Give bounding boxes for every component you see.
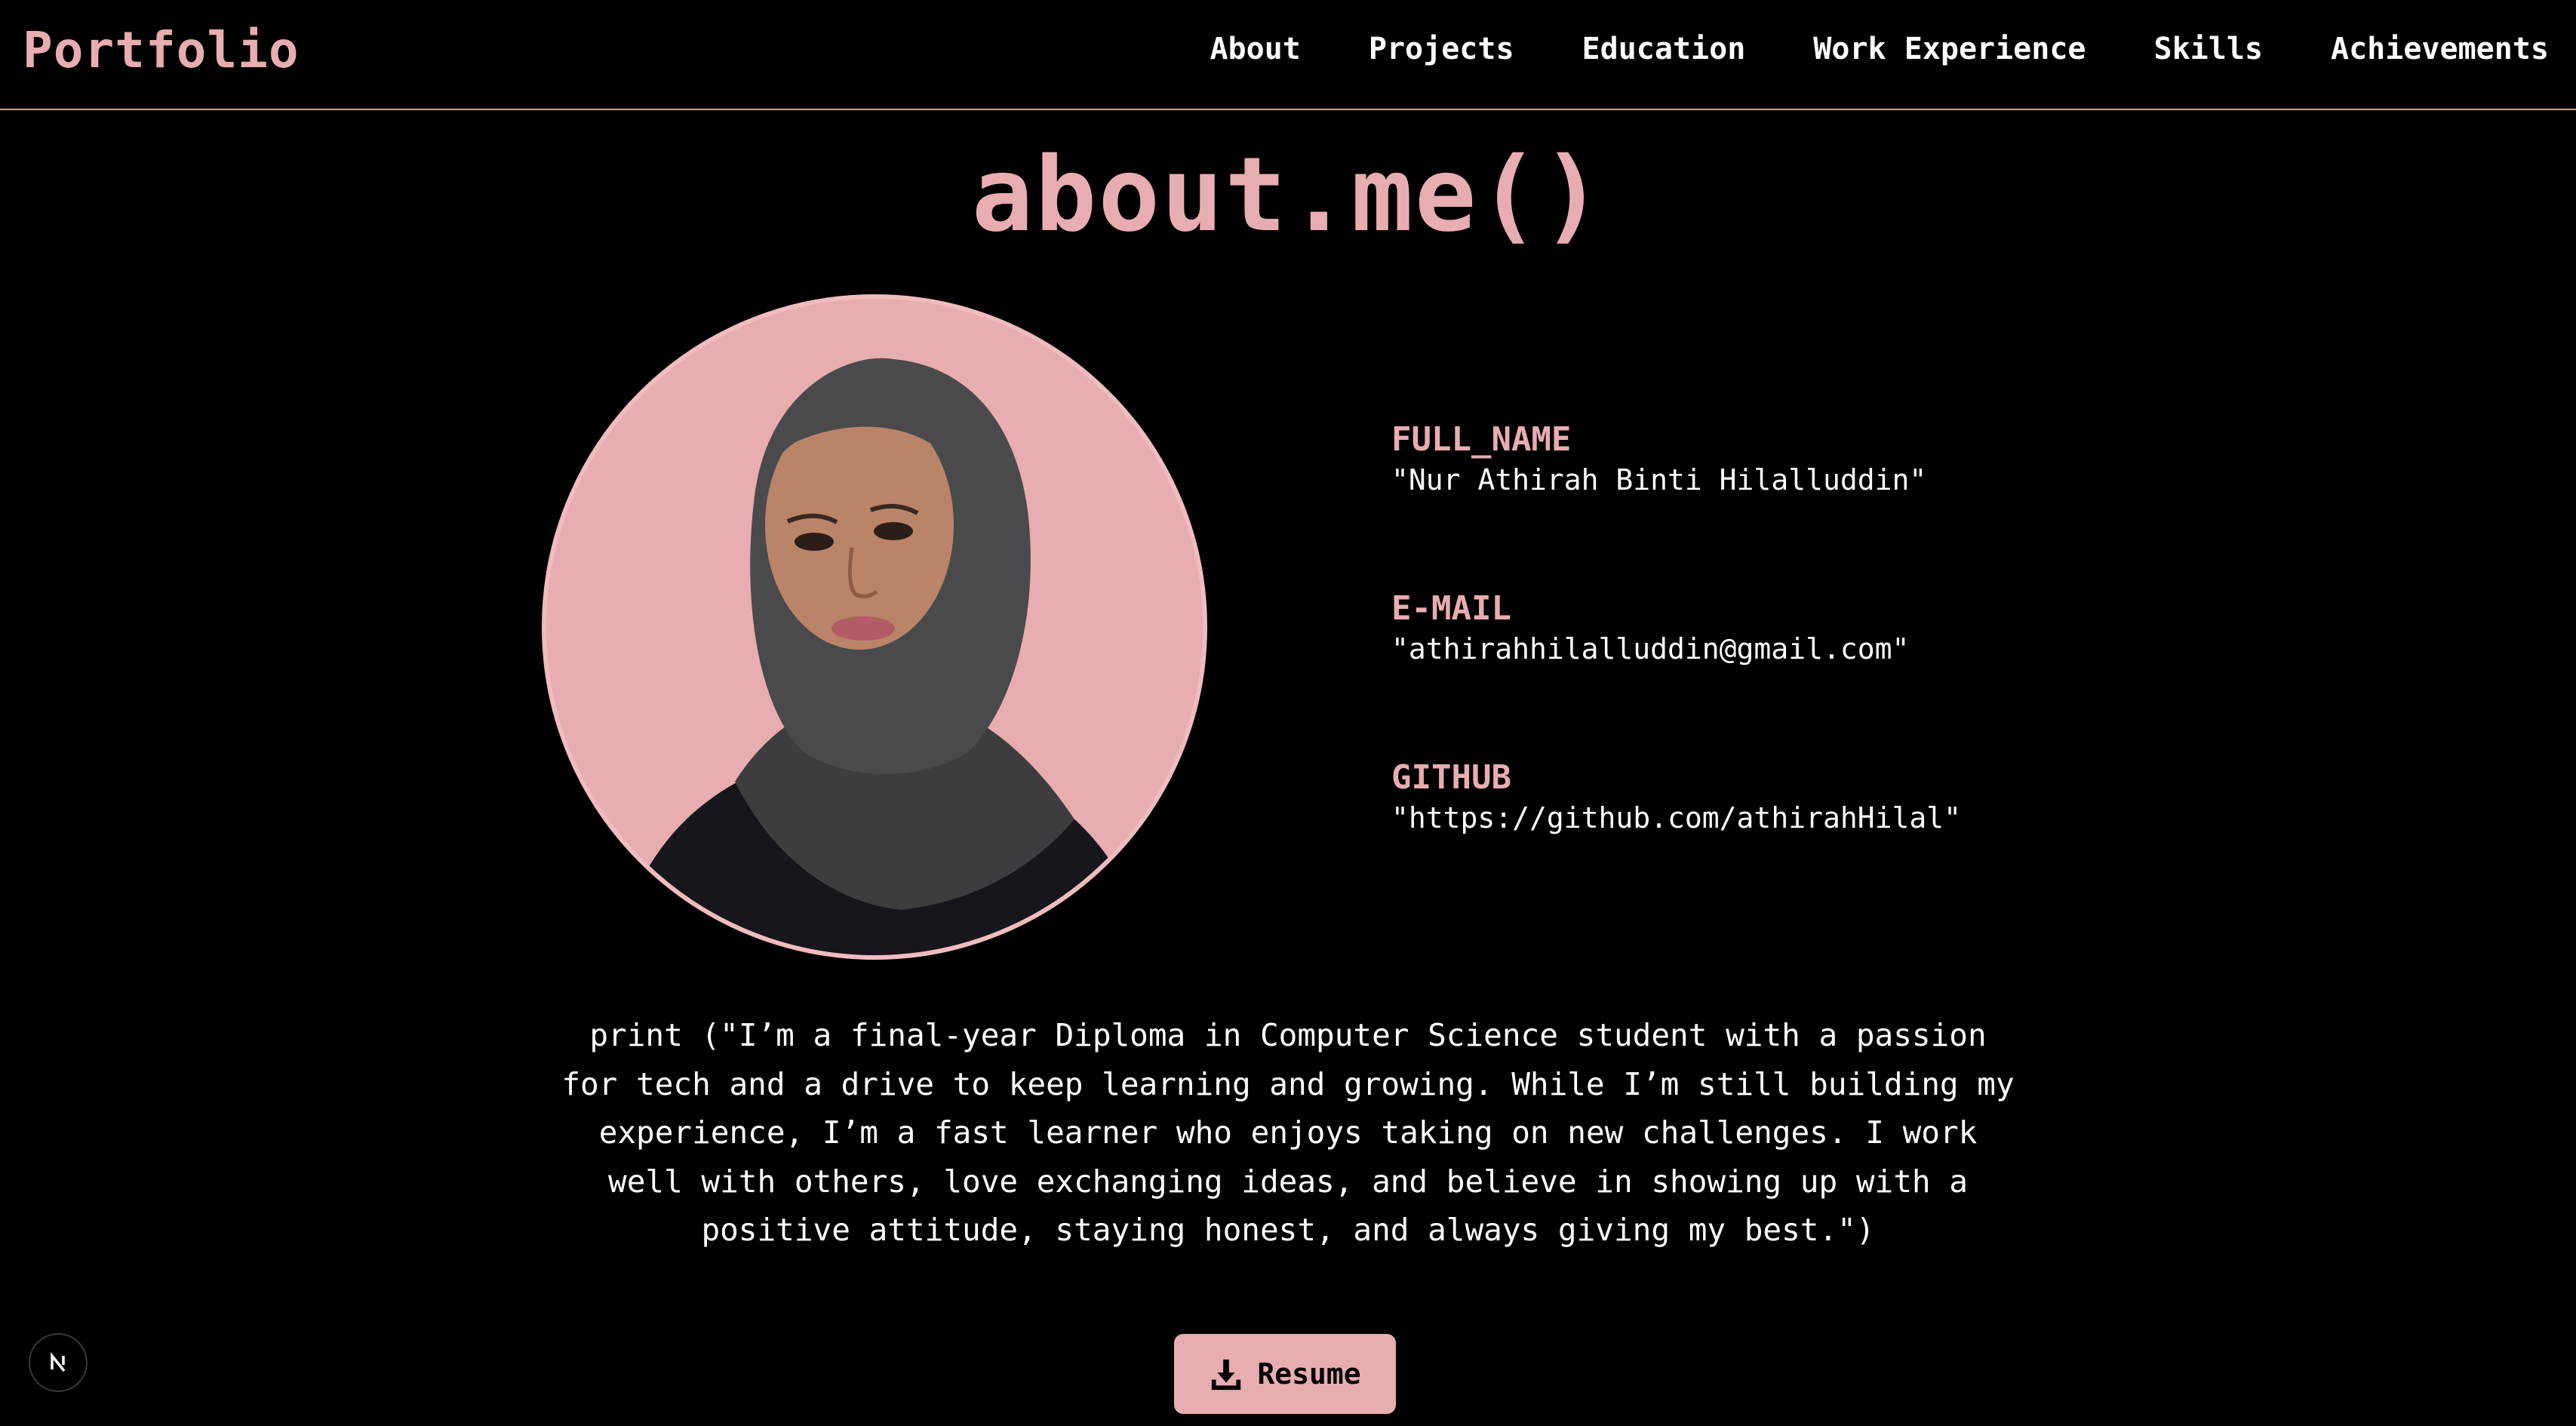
field-full-name: FULL_NAME "Nur Athirah Binti Hilalluddin…	[1391, 420, 1961, 499]
profile-portrait-illustration	[546, 299, 1203, 955]
full-name-value: "Nur Athirah Binti Hilalluddin"	[1391, 463, 1927, 496]
resume-label: Resume	[1257, 1357, 1361, 1391]
github-label: GITHUB	[1391, 758, 1511, 797]
page-title: about.me()	[971, 136, 1605, 255]
github-value: "https://github.com/athirahHilal"	[1391, 801, 1961, 834]
nextjs-badge[interactable]	[29, 1333, 88, 1392]
download-icon	[1212, 1359, 1241, 1391]
nav-link-education[interactable]: Education	[1582, 32, 1746, 66]
profile-info: FULL_NAME "Nur Athirah Binti Hilalluddin…	[1391, 420, 1961, 927]
main-nav: About Projects Education Work Experience…	[1210, 32, 2549, 66]
nextjs-logo-icon	[43, 1348, 73, 1378]
brand-logo[interactable]: Portfolio	[23, 21, 300, 79]
email-value: "athirahhilalluddin@gmail.com"	[1391, 632, 1910, 665]
nav-link-about[interactable]: About	[1210, 32, 1300, 66]
resume-download-button[interactable]: Resume	[1174, 1334, 1396, 1414]
field-github: GITHUB "https://github.com/athirahHilal"	[1391, 758, 1961, 837]
profile-photo	[542, 294, 1207, 960]
full-name-label: FULL_NAME	[1391, 420, 1572, 459]
nav-link-projects[interactable]: Projects	[1369, 32, 1514, 66]
top-navbar: Portfolio About Projects Education Work …	[0, 0, 2576, 110]
nav-link-skills[interactable]: Skills	[2154, 32, 2264, 66]
field-email: E-MAIL "athirahhilalluddin@gmail.com"	[1391, 589, 1961, 668]
nav-link-achievements[interactable]: Achievements	[2331, 32, 2549, 66]
email-label: E-MAIL	[1391, 589, 1511, 628]
bio-text: print ("I’m a final-year Diploma in Comp…	[561, 1017, 2015, 1248]
nav-link-work-experience[interactable]: Work Experience	[1813, 32, 2086, 66]
